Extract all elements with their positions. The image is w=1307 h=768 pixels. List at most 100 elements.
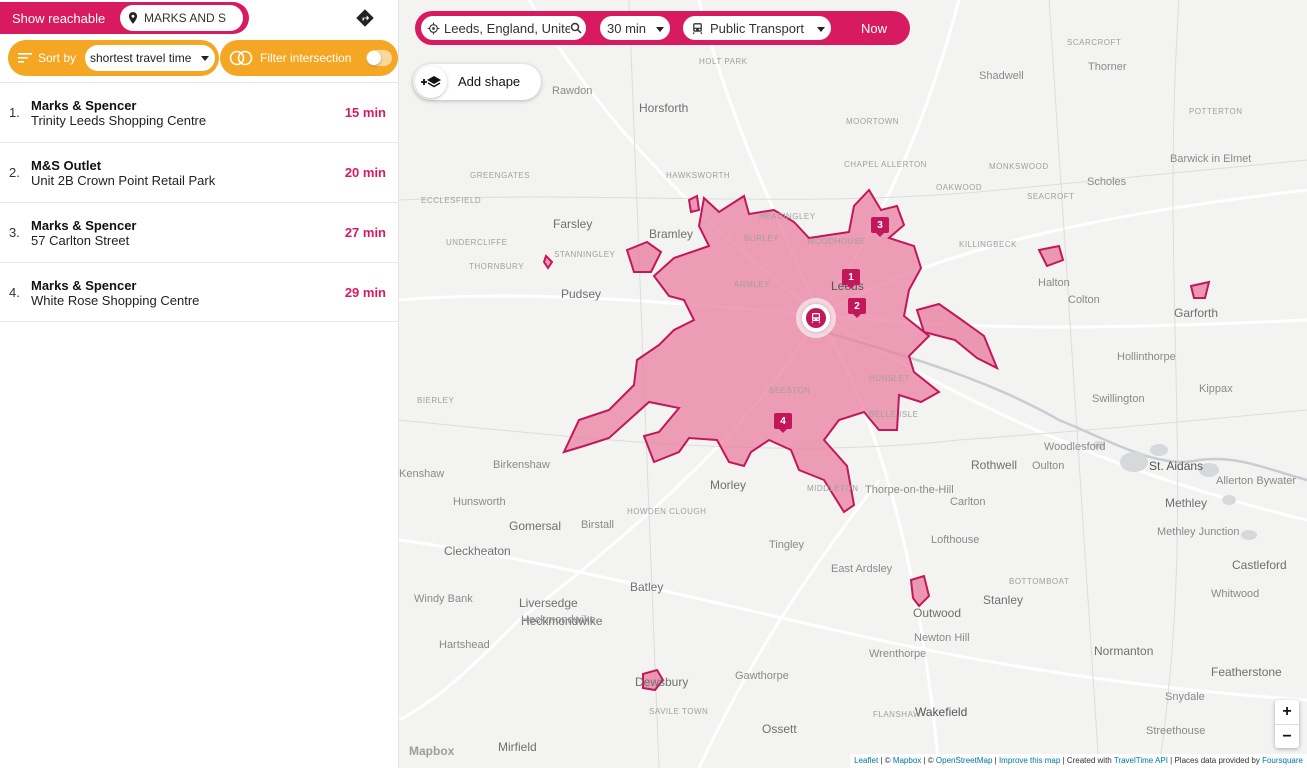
map-label: FLANSHAW	[873, 710, 922, 719]
map-label: Normanton	[1094, 644, 1154, 658]
travel-time-select[interactable]: 30 min	[600, 16, 670, 40]
result-item[interactable]: 3. Marks & Spencer 57 Carlton Street 27 …	[0, 202, 399, 262]
leaflet-link[interactable]: Leaflet	[854, 756, 878, 765]
result-marker-1[interactable]: 1	[842, 269, 860, 289]
isochrone-ne[interactable]	[1037, 244, 1065, 268]
map-label: Newton Hill	[914, 632, 970, 644]
map-label: SAVILE TOWN	[649, 707, 709, 716]
sort-control: Sort by shortest travel time	[8, 40, 219, 76]
result-address: White Rose Shopping Centre	[31, 293, 200, 308]
map-basemap	[399, 0, 1307, 768]
map-label: Thorpe-on-the-Hill	[865, 484, 954, 496]
map-label: Cleckheaton	[444, 544, 511, 558]
origin-marker[interactable]	[796, 298, 836, 338]
map-label: Allerton Bywater	[1216, 475, 1297, 487]
departure-now-button[interactable]: Now	[845, 16, 903, 40]
map-label: Lofthouse	[931, 534, 980, 546]
map-label: Streethouse	[1146, 725, 1206, 737]
map-label: HUNSLET	[869, 374, 910, 383]
map-label: Garforth	[1174, 306, 1219, 320]
origin-marker-core	[806, 308, 826, 328]
map-label: Whitwood	[1211, 588, 1260, 600]
map-label: CHAPEL ALLERTON	[844, 160, 927, 169]
mapbox-link[interactable]: Mapbox	[893, 756, 921, 765]
map-label: ECCLESFIELD	[421, 196, 482, 205]
search-icon[interactable]	[570, 22, 582, 34]
map-label: Tingley	[769, 539, 805, 551]
map-label: KILLINGBECK	[959, 240, 1017, 249]
map-canvas[interactable]: HorsforthFarsleyBramleyPudseyLeedsMorley…	[399, 0, 1307, 768]
chevron-down-icon	[817, 27, 825, 32]
directions-icon[interactable]	[355, 8, 375, 28]
add-shape-button[interactable]: Add shape	[413, 64, 541, 100]
map-label: Snydale	[1165, 691, 1205, 703]
osm-link[interactable]: OpenStreetMap	[936, 756, 992, 765]
result-name: M&S Outlet	[31, 158, 102, 173]
isochrone-garforth[interactable]	[1189, 280, 1211, 299]
result-travel-time: 20 min	[344, 165, 386, 180]
result-marker-4[interactable]: 4	[774, 413, 792, 433]
isochrone-outwood[interactable]	[909, 574, 931, 608]
result-item[interactable]: 4. Marks & Spencer White Rose Shopping C…	[0, 262, 399, 322]
travel-query-bar: Leeds, England, United 30 min Public Tra…	[415, 11, 910, 45]
zoom-in-button[interactable]: +	[1275, 700, 1299, 724]
improve-map-link[interactable]: Improve this map	[999, 756, 1060, 765]
map-label: Methley	[1165, 496, 1208, 510]
map-label: Castleford	[1232, 558, 1287, 572]
isochrone-small[interactable]	[542, 254, 554, 270]
map-label: Rothwell	[971, 458, 1018, 472]
map-label: Farsley	[553, 217, 593, 231]
map-label: SEACROFT	[1027, 192, 1075, 201]
transport-mode-select[interactable]: Public Transport	[683, 16, 831, 40]
result-item[interactable]: 1. Marks & Spencer Trinity Leeds Shoppin…	[0, 82, 399, 142]
result-travel-time: 29 min	[344, 285, 386, 300]
map-label: Thorner	[1088, 61, 1127, 73]
filter-intersection-control[interactable]: Filter intersection	[220, 40, 398, 76]
map-label: Featherstone	[1211, 665, 1282, 679]
result-address: 57 Carlton Street	[31, 233, 130, 248]
result-item[interactable]: 2. M&S Outlet Unit 2B Crown Point Retail…	[0, 142, 399, 202]
places-text: Places data provided by	[1174, 756, 1260, 765]
transport-mode-value: Public Transport	[710, 20, 804, 36]
sort-label: Sort by	[38, 51, 77, 65]
result-travel-time: 27 min	[344, 225, 386, 240]
created-with-text: Created with	[1066, 756, 1112, 765]
poi-search-field[interactable]	[120, 5, 243, 31]
result-index: 2.	[9, 165, 20, 180]
app: Show reachable Sort by shortest travel t…	[0, 0, 1307, 768]
map-label: Outwood	[913, 606, 962, 620]
add-shape-label: Add shape	[458, 74, 521, 89]
sort-select[interactable]: shortest travel time	[85, 45, 215, 71]
zoom-control: + −	[1275, 700, 1299, 748]
map-label: Halton	[1038, 277, 1070, 289]
show-reachable-label: Show reachable	[12, 10, 106, 26]
map-label: UNDERCLIFFE	[446, 238, 508, 247]
map-label: Dewsbury	[635, 675, 689, 689]
map-label: BOTTOMBOAT	[1009, 577, 1070, 586]
map-label: Kippax	[1199, 383, 1233, 395]
travel-time-value: 30 min	[607, 20, 647, 36]
origin-location-field[interactable]: Leeds, England, United	[421, 16, 586, 40]
origin-location-text: Leeds, England, United	[444, 20, 570, 36]
foursquare-link[interactable]: Foursquare	[1262, 756, 1303, 765]
map-label: Colton	[1068, 294, 1100, 306]
result-index: 3.	[9, 225, 20, 240]
poi-search-input[interactable]	[144, 11, 236, 25]
map-label: Horsforth	[639, 101, 689, 115]
isochrone-west[interactable]	[625, 240, 663, 273]
map-attribution: Leaflet | © Mapbox | © OpenStreetMap | I…	[850, 754, 1307, 768]
result-marker-2[interactable]: 2	[848, 298, 866, 318]
map-label: OAKWOOD	[936, 183, 983, 192]
mapbox-logo[interactable]: Mapbox	[409, 744, 454, 758]
map-label: East Ardsley	[831, 563, 893, 575]
map-label: HOLT PARK	[699, 57, 748, 66]
chevron-down-icon	[201, 56, 209, 61]
zoom-out-button[interactable]: −	[1275, 724, 1299, 748]
result-marker-3[interactable]: 3	[871, 217, 889, 237]
origin-marker-ring	[802, 304, 830, 332]
traveltime-link[interactable]: TravelTime API	[1114, 756, 1168, 765]
map-label: THORNBURY	[469, 262, 525, 271]
filter-intersection-toggle[interactable]	[366, 50, 392, 66]
results-list: 1. Marks & Spencer Trinity Leeds Shoppin…	[0, 82, 399, 322]
isochrone-north[interactable]	[687, 194, 701, 214]
